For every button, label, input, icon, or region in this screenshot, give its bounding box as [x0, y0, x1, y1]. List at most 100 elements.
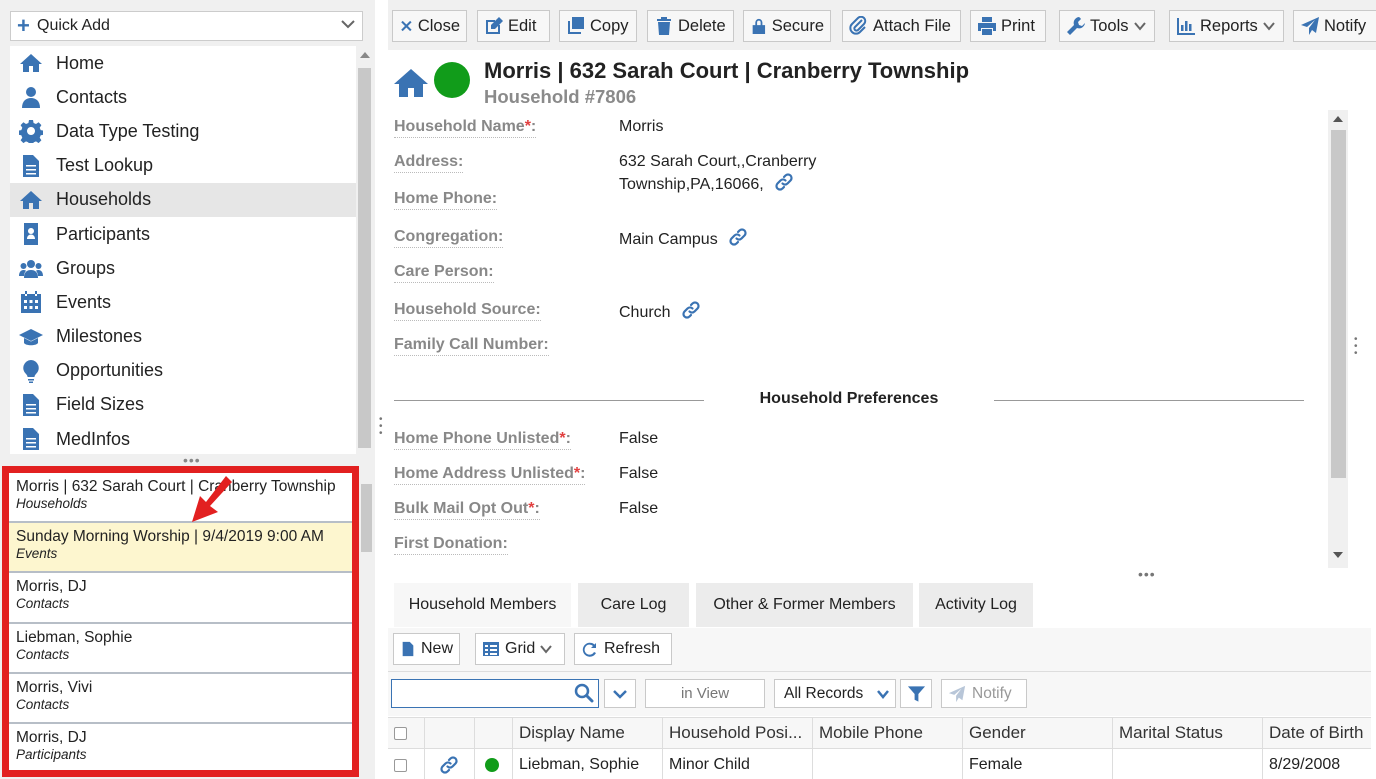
- section-divider: [994, 400, 1304, 401]
- nav-item-label: Groups: [56, 257, 116, 278]
- recent-item-type: Contacts: [16, 646, 70, 662]
- nav-item-participants[interactable]: Participants: [10, 217, 356, 251]
- nav-item-opportunities[interactable]: Opportunities: [10, 354, 356, 388]
- recent-scrollbar[interactable]: [359, 466, 373, 779]
- plus-icon: +: [17, 13, 30, 38]
- nav-item-field-sizes[interactable]: Field Sizes: [10, 388, 356, 422]
- column-header-gender[interactable]: Gender: [963, 718, 1113, 748]
- scrollbar-thumb[interactable]: [358, 68, 371, 448]
- link-icon[interactable]: [439, 755, 459, 775]
- column-header-date-of-birth[interactable]: Date of Birth: [1263, 718, 1371, 748]
- copy-button[interactable]: Copy: [559, 10, 637, 42]
- close-label: Close: [417, 16, 460, 35]
- secure-button[interactable]: Secure: [743, 10, 831, 42]
- tools-dropdown[interactable]: Tools: [1059, 10, 1155, 42]
- tab-other-former-members[interactable]: Other & Former Members: [696, 583, 913, 627]
- wrench-icon: [1067, 17, 1085, 35]
- column-header-household-position[interactable]: Household Posi...: [663, 718, 813, 748]
- link-icon[interactable]: [728, 227, 748, 247]
- column-header-mobile-phone[interactable]: Mobile Phone: [813, 718, 963, 748]
- trash-icon: [657, 17, 671, 35]
- tab-care-log[interactable]: Care Log: [578, 583, 689, 627]
- cell-marital-status: [1113, 749, 1263, 779]
- recent-item[interactable]: Liebman, Sophie Contacts: [9, 623, 352, 674]
- edit-button[interactable]: Edit: [477, 10, 550, 42]
- select-all-checkbox[interactable]: [394, 726, 407, 740]
- nav-item-label: Events: [56, 291, 112, 312]
- recent-item[interactable]: Morris, DJ Contacts: [9, 573, 352, 624]
- chevron-down-icon: [1133, 22, 1146, 31]
- filter-button[interactable]: [900, 679, 932, 708]
- right-resize-handle[interactable]: • • •: [1348, 110, 1371, 568]
- field-care-person: Care Person:: [394, 262, 1314, 286]
- column-header-marital-status[interactable]: Marital Status: [1113, 718, 1263, 748]
- recent-item-type: Households: [16, 496, 88, 511]
- tab-household-members[interactable]: Household Members: [394, 583, 571, 627]
- column-header-display-name[interactable]: Display Name: [513, 718, 663, 748]
- scrollbar-thumb[interactable]: [361, 484, 372, 552]
- status-indicator: [434, 62, 470, 98]
- scroll-up-arrow-icon[interactable]: [1333, 116, 1343, 122]
- refresh-icon: [582, 642, 596, 657]
- grid-search-input[interactable]: [392, 680, 567, 707]
- reports-dropdown[interactable]: Reports: [1169, 10, 1284, 42]
- scroll-down-arrow-icon[interactable]: [1333, 552, 1343, 558]
- cell-display-name: Liebman, Sophie: [513, 749, 663, 779]
- field-value: False: [619, 465, 659, 482]
- chevron-down-icon: [877, 690, 889, 699]
- nav-item-households[interactable]: Households: [10, 182, 356, 217]
- attach-file-button[interactable]: Attach File: [842, 10, 961, 42]
- new-button[interactable]: New: [393, 633, 460, 665]
- recent-item-type: Contacts: [16, 696, 70, 712]
- cell-mobile-phone: [813, 749, 963, 779]
- nav-item-contacts[interactable]: Contacts: [10, 80, 356, 114]
- row-checkbox[interactable]: [394, 758, 407, 772]
- field-label: Household Source:: [394, 300, 541, 321]
- recent-item-title: Morris, Vivi: [16, 678, 93, 696]
- in-view-button[interactable]: in View: [645, 679, 765, 708]
- cell-gender: Female: [963, 749, 1113, 779]
- scroll-up-arrow-icon[interactable]: [360, 52, 370, 58]
- nav-item-home[interactable]: Home: [10, 46, 356, 80]
- nav-item-groups[interactable]: Groups: [10, 251, 356, 285]
- refresh-button[interactable]: Refresh: [574, 633, 672, 665]
- quick-add-label: Quick Add: [37, 17, 110, 34]
- secure-label: Secure: [771, 16, 824, 35]
- recent-item[interactable]: Sunday Morning Worship | 9/4/2019 9:00 A…: [9, 523, 352, 574]
- field-first-donation: First Donation:: [394, 534, 1314, 558]
- chevron-down-icon: [1263, 22, 1275, 31]
- recent-item-title: Sunday Morning Worship | 9/4/2019 9:00 A…: [16, 528, 324, 546]
- notify-button[interactable]: Notify: [1293, 10, 1376, 42]
- nav-item-data-type-testing[interactable]: Data Type Testing: [10, 114, 356, 148]
- nav-item-label: Field Sizes: [56, 394, 145, 415]
- recent-item[interactable]: Morris, DJ Participants: [9, 723, 352, 770]
- tab-activity-log[interactable]: Activity Log: [919, 583, 1033, 627]
- nav-item-label: Households: [56, 189, 152, 210]
- search-options-dropdown[interactable]: [604, 679, 636, 708]
- scrollbar-thumb[interactable]: [1331, 130, 1346, 478]
- close-button[interactable]: Close: [392, 10, 467, 42]
- quick-add-dropdown[interactable]: + Quick Add: [10, 11, 363, 41]
- nav-item-events[interactable]: Events: [10, 285, 356, 319]
- details-scrollbar[interactable]: [1328, 110, 1348, 568]
- recent-item[interactable]: Morris | 632 Sarah Court | Cranberry Tow…: [9, 473, 352, 524]
- link-column-header: [425, 718, 475, 748]
- vertical-resize-handle[interactable]: • • •: [376, 0, 388, 779]
- nav-scrollbar[interactable]: [356, 46, 373, 454]
- record-subtitle: Household #7806: [484, 86, 637, 107]
- household-members-grid: Display Name Household Posi... Mobile Ph…: [388, 716, 1371, 779]
- recent-item-type: Participants: [16, 746, 87, 762]
- grid-notify-button[interactable]: Notify: [941, 679, 1027, 708]
- records-filter-select[interactable]: All Records: [774, 679, 896, 708]
- grid-search-box: [391, 679, 599, 708]
- delete-button[interactable]: Delete: [647, 10, 734, 42]
- grid-view-dropdown[interactable]: Grid: [475, 633, 565, 665]
- recent-item[interactable]: Morris, Vivi Contacts: [9, 673, 352, 724]
- nav-item-milestones[interactable]: Milestones: [10, 320, 356, 354]
- recent-item-title: Morris, DJ: [16, 578, 87, 596]
- table-row[interactable]: Liebman, Sophie Minor Child Female 8/29/…: [388, 749, 1371, 779]
- nav-item-test-lookup[interactable]: Test Lookup: [10, 149, 356, 183]
- link-icon[interactable]: [681, 300, 701, 320]
- search-icon[interactable]: [574, 683, 594, 703]
- print-button[interactable]: Print: [970, 10, 1046, 42]
